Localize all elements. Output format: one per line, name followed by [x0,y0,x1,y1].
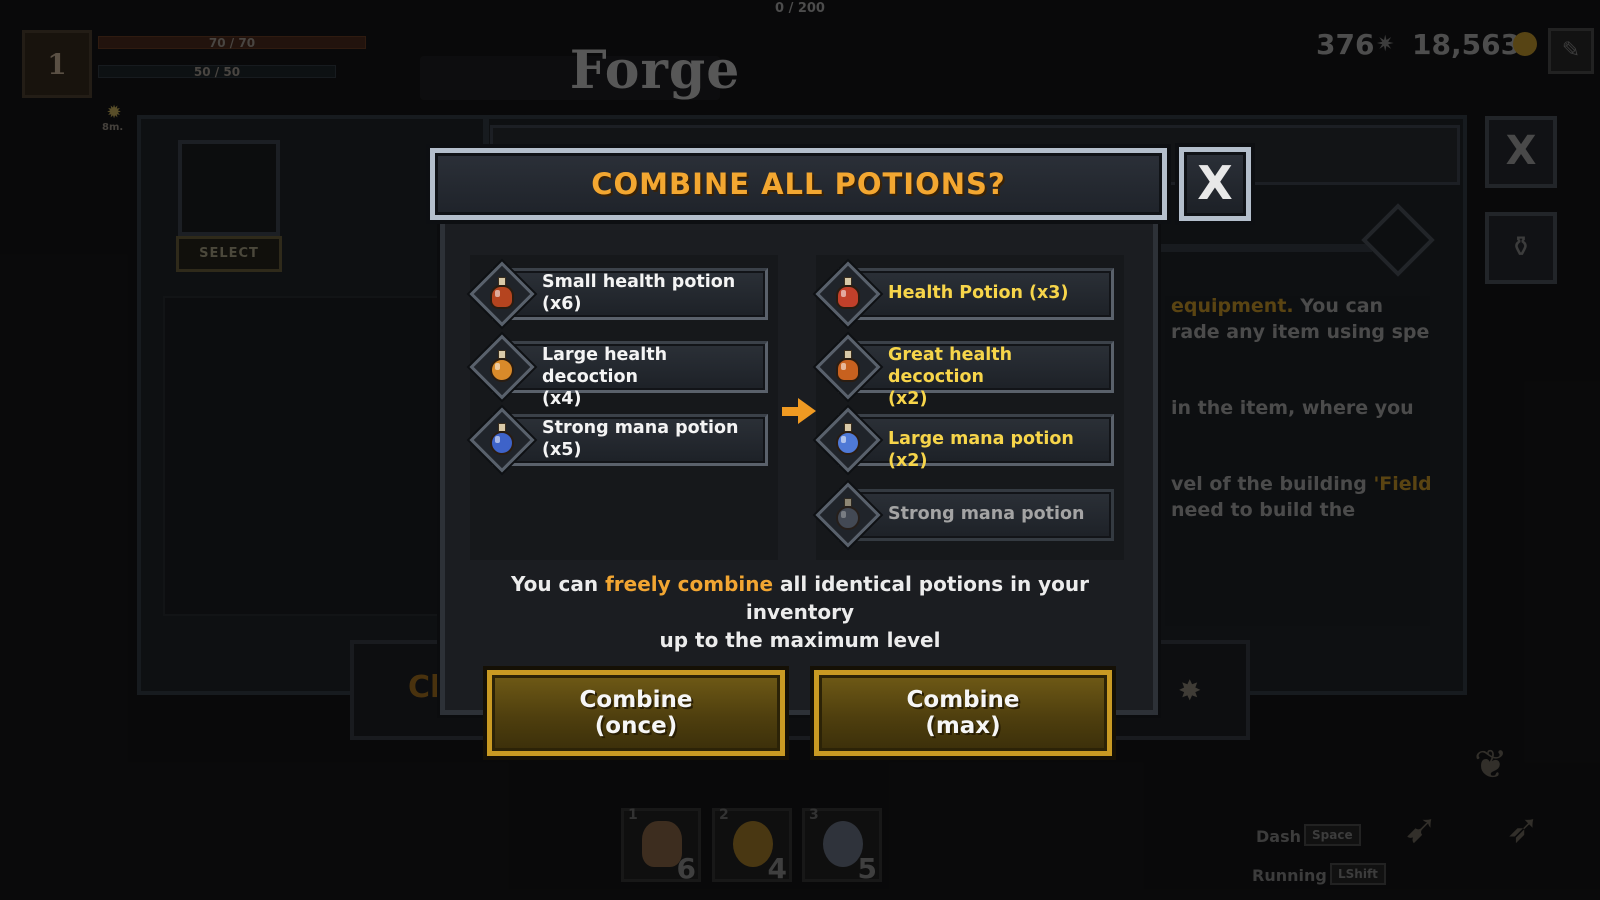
health-potion-icon [834,277,862,311]
potion-label: Strong mana potion (x5) [542,418,739,460]
potion-label: Strong mana potion [888,504,1085,524]
output-potion-row: Large mana potion (x2) [815,407,1115,473]
small-health-potion-icon [488,277,516,311]
large-mana-potion-icon [834,423,862,457]
dialog-title-bar: COMBINE ALL POTIONS? [430,148,1167,220]
dialog-close-button[interactable]: X [1179,147,1251,221]
arrow-right-icon [782,396,818,426]
input-potion-row: Small health potion (x6) [469,261,769,327]
strong-mana-potion-icon [488,423,516,457]
input-potion-row: Strong mana potion (x5) [469,407,769,473]
great-health-decoction-icon [834,350,862,384]
highlight-text: freely combine [605,572,774,596]
output-potion-row: Great health decoction (x2) [815,334,1115,409]
combine-max-button[interactable]: Combine (max) [814,670,1112,756]
combine-once-button[interactable]: Combine (once) [487,670,785,756]
dialog-description: You can freely combine all identical pot… [510,572,1090,652]
output-potion-row: Health Potion (x3) [815,261,1115,327]
potion-label: Health Potion (x3) [888,283,1069,303]
input-potion-row: Large health decoction (x4) [469,334,769,409]
potion-label: Large health decoction (x4) [542,345,668,409]
output-potion-row-disabled: Strong mana potion [815,482,1115,548]
dialog-title: COMBINE ALL POTIONS? [591,167,1006,201]
large-health-decoction-icon [488,350,516,384]
potion-label: Great health decoction (x2) [888,345,1013,409]
potion-label: Large mana potion (x2) [888,429,1074,471]
strong-mana-potion-icon [834,498,862,532]
potion-label: Small health potion (x6) [542,272,736,314]
